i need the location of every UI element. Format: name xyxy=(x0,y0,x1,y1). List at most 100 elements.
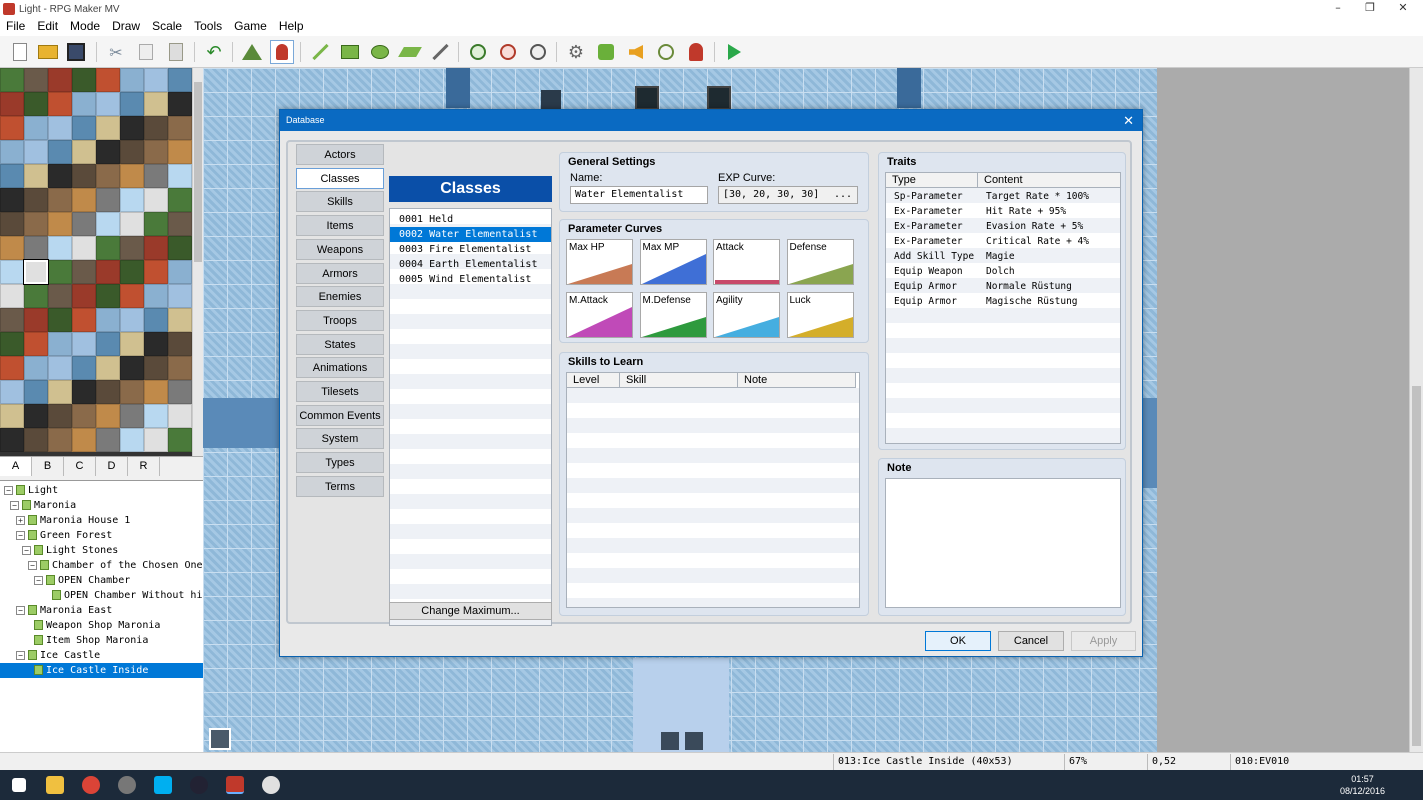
trait-row[interactable]: Add Skill Type Magie xyxy=(886,249,1120,264)
trait-row[interactable]: Sp-Parameter Target Rate * 100% xyxy=(886,189,1120,204)
save-project-icon[interactable] xyxy=(64,40,88,64)
tile[interactable] xyxy=(0,92,24,116)
tile[interactable] xyxy=(96,356,120,380)
tile[interactable] xyxy=(144,428,168,452)
tileset-palette[interactable] xyxy=(0,68,192,456)
tile[interactable] xyxy=(48,404,72,428)
class-list-item[interactable]: 0003 Fire Elementalist xyxy=(390,242,551,257)
tile[interactable] xyxy=(72,260,96,284)
tile[interactable] xyxy=(168,212,192,236)
tile[interactable] xyxy=(72,236,96,260)
plugin-manager-icon[interactable] xyxy=(594,40,618,64)
copy-icon[interactable] xyxy=(134,40,158,64)
category-types[interactable]: Types xyxy=(296,452,384,474)
map-tree-item[interactable]: − Green Forest xyxy=(0,528,203,543)
tile[interactable] xyxy=(24,92,48,116)
tile[interactable] xyxy=(144,284,168,308)
tile[interactable] xyxy=(96,92,120,116)
tile[interactable] xyxy=(144,404,168,428)
tile[interactable] xyxy=(72,140,96,164)
tile[interactable] xyxy=(0,260,24,284)
tile[interactable] xyxy=(24,140,48,164)
trait-row[interactable]: Equip Weapon Dolch xyxy=(886,264,1120,279)
map-tree-item[interactable]: Ice Castle Inside xyxy=(0,663,203,678)
tile[interactable] xyxy=(96,188,120,212)
file-explorer-icon[interactable] xyxy=(46,776,64,794)
undo-icon[interactable]: ↶ xyxy=(202,40,226,64)
paste-icon[interactable] xyxy=(164,40,188,64)
tile[interactable] xyxy=(0,68,24,92)
class-list-item[interactable]: 0005 Wind Elementalist xyxy=(390,272,551,287)
note-textarea[interactable] xyxy=(885,478,1121,608)
tile[interactable] xyxy=(168,356,192,380)
tile[interactable] xyxy=(120,428,144,452)
tile[interactable] xyxy=(0,212,24,236)
tileset-tab-r[interactable]: R xyxy=(128,457,160,476)
collapse-icon[interactable]: − xyxy=(22,545,31,555)
category-skills[interactable]: Skills xyxy=(296,191,384,213)
category-system[interactable]: System xyxy=(296,428,384,450)
tile[interactable] xyxy=(24,68,48,92)
tile[interactable] xyxy=(96,380,120,404)
tile[interactable] xyxy=(120,164,144,188)
tile[interactable] xyxy=(120,140,144,164)
tile[interactable] xyxy=(72,332,96,356)
map-tree-item[interactable]: − Ice Castle xyxy=(0,648,203,663)
tile[interactable] xyxy=(48,380,72,404)
trait-row[interactable]: Ex-Parameter Hit Rate + 95% xyxy=(886,204,1120,219)
map-event-tile[interactable] xyxy=(541,90,561,110)
tile[interactable] xyxy=(144,308,168,332)
tile[interactable] xyxy=(24,428,48,452)
tile[interactable] xyxy=(120,212,144,236)
flood-fill-icon[interactable] xyxy=(398,40,422,64)
map-tree-item[interactable]: − Chamber of the Chosen One xyxy=(0,558,203,573)
tile[interactable] xyxy=(96,164,120,188)
curve-max-mp[interactable]: Max MP xyxy=(639,239,707,285)
menu-mode[interactable]: Mode xyxy=(64,18,106,36)
name-input[interactable]: Water Elementalist xyxy=(570,186,708,204)
tile[interactable] xyxy=(120,332,144,356)
curve-luck[interactable]: Luck xyxy=(786,292,854,338)
skype-icon[interactable] xyxy=(154,776,172,794)
apply-button[interactable]: Apply xyxy=(1071,631,1136,651)
tile[interactable] xyxy=(24,284,48,308)
tile[interactable] xyxy=(72,68,96,92)
tile[interactable] xyxy=(72,284,96,308)
tile[interactable] xyxy=(96,260,120,284)
tile[interactable] xyxy=(0,356,24,380)
curve-agility[interactable]: Agility xyxy=(713,292,780,338)
tile[interactable] xyxy=(168,68,192,92)
tile[interactable] xyxy=(168,380,192,404)
tile[interactable] xyxy=(48,428,72,452)
tile[interactable] xyxy=(0,308,24,332)
menu-help[interactable]: Help xyxy=(273,18,310,36)
tile[interactable] xyxy=(144,68,168,92)
tile[interactable] xyxy=(120,68,144,92)
curve-m-defense[interactable]: M.Defense xyxy=(639,292,707,338)
chrome-icon[interactable] xyxy=(82,776,100,794)
tile[interactable] xyxy=(48,188,72,212)
trait-row[interactable]: Equip Armor Normale Rüstung xyxy=(886,279,1120,294)
tile[interactable] xyxy=(144,380,168,404)
tile[interactable] xyxy=(48,116,72,140)
start-icon[interactable] xyxy=(12,778,26,792)
tile[interactable] xyxy=(144,356,168,380)
tile[interactable] xyxy=(168,404,192,428)
curve-max-hp[interactable]: Max HP xyxy=(566,239,633,285)
tile[interactable] xyxy=(0,404,24,428)
category-states[interactable]: States xyxy=(296,333,384,355)
tile[interactable] xyxy=(120,116,144,140)
sound-test-icon[interactable] xyxy=(624,40,648,64)
cut-icon[interactable]: ✂ xyxy=(104,40,128,64)
tileset-tab-b[interactable]: B xyxy=(32,457,64,476)
map-mode-icon[interactable] xyxy=(240,40,264,64)
map-cursor[interactable] xyxy=(209,728,231,750)
collapse-icon[interactable]: − xyxy=(10,500,19,510)
tile[interactable] xyxy=(24,188,48,212)
map-tree-item[interactable]: − Maronia East xyxy=(0,603,203,618)
map-vertical-scrollbar[interactable] xyxy=(1409,68,1423,752)
category-animations[interactable]: Animations xyxy=(296,357,384,379)
tile[interactable] xyxy=(168,284,192,308)
tile[interactable] xyxy=(72,116,96,140)
menu-draw[interactable]: Draw xyxy=(106,18,146,36)
